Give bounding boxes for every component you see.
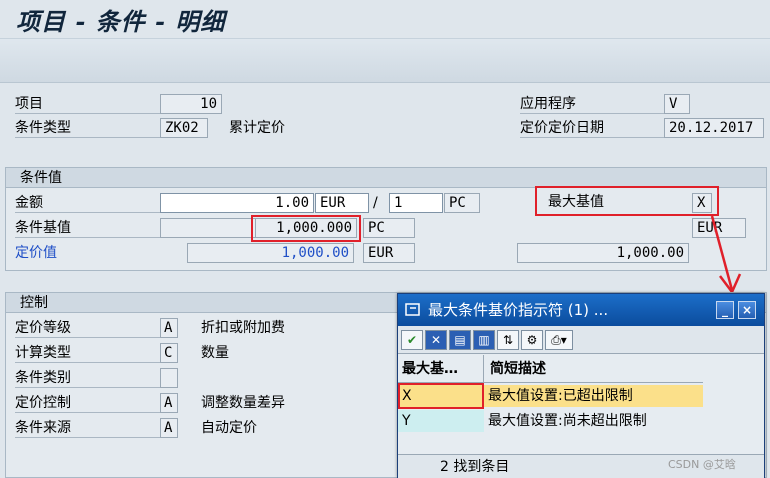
control-row-label: 计算类型 bbox=[15, 343, 160, 363]
control-row-desc: 调整数量差异 bbox=[201, 395, 285, 411]
column-header-description[interactable]: 简短描述 bbox=[486, 358, 546, 380]
condition-type-label: 条件类型 bbox=[15, 118, 165, 138]
control-row-code[interactable] bbox=[160, 368, 178, 388]
condition-base-unit-field[interactable]: PC bbox=[363, 218, 415, 238]
control-row-desc: 折扣或附加费 bbox=[201, 320, 285, 336]
sort-icon[interactable]: ⇅ bbox=[497, 330, 519, 350]
control-row-code[interactable]: A bbox=[160, 418, 178, 438]
result-row-code: Y bbox=[398, 410, 484, 432]
control-row-label: 定价控制 bbox=[15, 393, 160, 413]
find-icon[interactable]: ▤ bbox=[449, 330, 471, 350]
dialog-window-icon bbox=[405, 303, 420, 316]
dialog-toolbar: ✔ ✕ ▤ ▥ ⇅ ⚙ ⎙▾ bbox=[398, 326, 764, 354]
amount-field[interactable]: 1.00 bbox=[160, 193, 314, 213]
amount-label: 金额 bbox=[15, 193, 160, 213]
pricing-value-label[interactable]: 定价值 bbox=[15, 243, 57, 263]
control-row-code[interactable]: A bbox=[160, 393, 178, 413]
result-row[interactable]: Y 最大值设置:尚未超出限制 bbox=[398, 410, 703, 432]
page-title: 项目 - 条件 - 明细 bbox=[16, 7, 226, 36]
entries-found-text: 2 找到条目 bbox=[440, 459, 510, 475]
condition-type-desc: 累计定价 bbox=[229, 120, 285, 136]
control-row-desc: 数量 bbox=[201, 345, 229, 361]
settings-icon[interactable]: ⚙ bbox=[521, 330, 543, 350]
selected-code-highlight bbox=[398, 383, 484, 409]
item-label: 项目 bbox=[15, 94, 165, 114]
item-field[interactable]: 10 bbox=[160, 94, 222, 114]
condition-base-left-field bbox=[160, 218, 256, 238]
control-row-code[interactable]: A bbox=[160, 318, 178, 338]
application-label: 应用程序 bbox=[520, 94, 670, 114]
application-field[interactable]: V bbox=[664, 94, 690, 114]
result-row-desc: 最大值设置:尚未超出限制 bbox=[484, 410, 647, 432]
condition-value-field[interactable]: 1,000.00 bbox=[517, 243, 689, 263]
pricing-unit-field[interactable]: 1 bbox=[389, 193, 443, 213]
control-row-label: 条件类别 bbox=[15, 368, 160, 388]
pricing-date-label: 定价定价日期 bbox=[520, 118, 670, 138]
amount-currency-field[interactable]: EUR bbox=[315, 193, 369, 213]
pricing-date-field[interactable]: 20.12.2017 bbox=[664, 118, 764, 138]
per-slash: / bbox=[373, 195, 378, 211]
max-base-label: 最大基值 bbox=[548, 194, 604, 210]
toolbar-band bbox=[0, 38, 770, 83]
condition-values-header: 条件值 bbox=[5, 167, 767, 187]
minimize-button[interactable]: _ bbox=[716, 301, 734, 319]
print-icon[interactable]: ⎙▾ bbox=[545, 330, 573, 350]
pricing-currency-field[interactable]: EUR bbox=[363, 243, 415, 263]
result-row-desc: 最大值设置:已超出限制 bbox=[488, 388, 633, 404]
condition-type-field[interactable]: ZK02 bbox=[160, 118, 208, 138]
max-base-indicator-dialog[interactable]: 最大条件基价指示符 (1) ... _ × ✔ ✕ ▤ ▥ ⇅ ⚙ ⎙▾ 最大基… bbox=[397, 293, 765, 478]
condition-base-field[interactable]: 1,000.000 bbox=[255, 218, 357, 238]
pricing-value-field[interactable]: 1,000.00 bbox=[187, 243, 354, 263]
red-arrow-icon bbox=[710, 215, 742, 295]
close-button[interactable]: × bbox=[738, 301, 756, 319]
column-divider bbox=[483, 355, 484, 383]
dialog-grid-header: 最大基… 简短描述 bbox=[398, 355, 703, 383]
control-row-code[interactable]: C bbox=[160, 343, 178, 363]
control-row-label: 定价等级 bbox=[15, 318, 160, 338]
unit-of-measure-field[interactable]: PC bbox=[444, 193, 480, 213]
watermark: CSDN @艾晗 bbox=[668, 458, 736, 471]
control-row-desc: 自动定价 bbox=[201, 420, 257, 436]
condition-base-label: 条件基值 bbox=[15, 218, 160, 238]
find-next-icon[interactable]: ▥ bbox=[473, 330, 495, 350]
control-row-label: 条件来源 bbox=[15, 418, 160, 438]
check-icon[interactable]: ✔ bbox=[401, 330, 423, 350]
column-header-max-base[interactable]: 最大基… bbox=[398, 358, 483, 380]
cancel-icon[interactable]: ✕ bbox=[425, 330, 447, 350]
dialog-title[interactable]: 最大条件基价指示符 (1) ... bbox=[398, 294, 764, 326]
